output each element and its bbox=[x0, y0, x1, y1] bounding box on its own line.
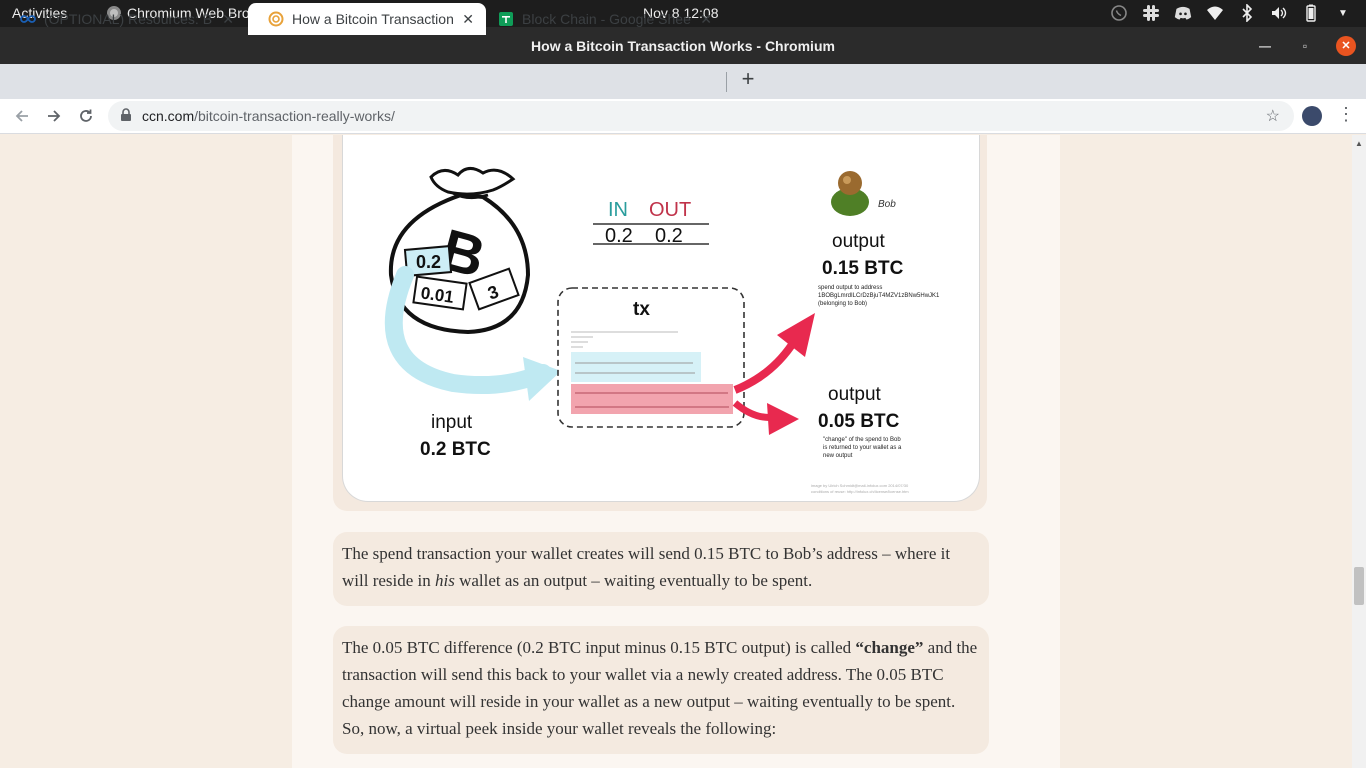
output2-title: output bbox=[828, 384, 882, 405]
whatsapp-icon[interactable] bbox=[1110, 4, 1128, 22]
volume-icon[interactable] bbox=[1270, 4, 1288, 22]
battery-icon[interactable] bbox=[1302, 4, 1320, 22]
system-menu-chevron-icon[interactable]: ▼ bbox=[1334, 4, 1352, 22]
input-title: input bbox=[431, 412, 473, 433]
reload-button[interactable] bbox=[74, 104, 98, 128]
note-0-2-label: 0.2 bbox=[416, 252, 441, 272]
url-path: /bitcoin-transaction-really-works/ bbox=[194, 108, 395, 124]
bob-name: Bob bbox=[878, 199, 896, 210]
output2-desc-1: "change" of the spend to Bob bbox=[823, 437, 901, 443]
tab-label: (OPTIONAL) Resources: B bbox=[44, 11, 213, 27]
output1-desc-1: spend output to address bbox=[818, 285, 882, 291]
close-window-icon[interactable]: ✕ bbox=[1336, 36, 1356, 56]
lock-icon[interactable] bbox=[120, 108, 132, 122]
address-bar[interactable]: ccn.com/bitcoin-transaction-really-works… bbox=[108, 101, 1294, 131]
paragraph-bold: “change” bbox=[855, 638, 924, 657]
arrow-right-icon bbox=[48, 110, 61, 122]
output1-title: output bbox=[832, 231, 886, 252]
image-credit-1: image by Ulrich Schmidt@mail-infolux.com… bbox=[811, 483, 909, 488]
paragraph-spend-transaction: The spend transaction your wallet create… bbox=[333, 532, 989, 606]
profile-avatar[interactable] bbox=[1302, 106, 1322, 126]
output2-desc-2: is returned to your wallet as a bbox=[823, 445, 902, 451]
tab-block-chain-sheet[interactable]: Block Chain - Google Shee ✕ bbox=[478, 3, 724, 35]
close-tab-icon[interactable]: ✕ bbox=[462, 11, 474, 28]
browser-toolbar: ccn.com/bitcoin-transaction-really-works… bbox=[0, 99, 1366, 134]
bookmark-star-icon[interactable]: ☆ bbox=[1266, 106, 1280, 126]
ccn-icon bbox=[268, 11, 284, 27]
scroll-up-arrow-icon[interactable]: ▲ bbox=[1355, 139, 1363, 148]
new-tab-button[interactable]: + bbox=[738, 66, 758, 92]
output-arrow-2-head bbox=[767, 403, 799, 435]
tab-label: Block Chain - Google Shee bbox=[522, 11, 691, 27]
output1-desc-3: (belonging to Bob) bbox=[818, 301, 867, 307]
page-viewport: B 0.2 0.01 3 IN OUT 0.2 0.2 tx Bob outpu… bbox=[0, 135, 1352, 768]
output2-desc-3: new output bbox=[823, 453, 853, 459]
in-label: IN bbox=[608, 199, 628, 221]
tx-input-highlight bbox=[571, 352, 701, 382]
url-domain: ccn.com bbox=[142, 108, 195, 124]
tx-label: tx bbox=[633, 299, 650, 320]
bluetooth-icon[interactable] bbox=[1238, 4, 1256, 22]
paragraph-emphasis: his bbox=[435, 571, 455, 590]
bob-avatar-icon bbox=[831, 171, 869, 216]
tab-strip bbox=[0, 64, 1366, 99]
maximize-icon[interactable]: ▫ bbox=[1296, 39, 1314, 53]
close-tab-icon[interactable]: ✕ bbox=[700, 11, 712, 28]
sheets-icon bbox=[499, 12, 513, 26]
input-arrow-head bbox=[523, 357, 561, 401]
page-scrollbar[interactable]: ▲ bbox=[1352, 135, 1366, 768]
bitcoin-transaction-diagram: B 0.2 0.01 3 IN OUT 0.2 0.2 tx Bob outpu… bbox=[342, 135, 980, 502]
system-tray: ▼ bbox=[1110, 4, 1352, 22]
menu-kebab-icon[interactable]: ⋮ bbox=[1337, 104, 1355, 125]
close-tab-icon[interactable]: ✕ bbox=[222, 11, 234, 28]
paragraph-text: The 0.05 BTC difference (0.2 BTC input m… bbox=[342, 638, 856, 657]
paragraph-change: The 0.05 BTC difference (0.2 BTC input m… bbox=[333, 626, 989, 754]
tx-output-highlight bbox=[571, 384, 733, 414]
wifi-icon[interactable] bbox=[1206, 4, 1224, 22]
output2-value: 0.05 BTC bbox=[818, 411, 900, 432]
minimize-icon[interactable]: — bbox=[1256, 39, 1274, 53]
discord-icon[interactable] bbox=[1174, 4, 1192, 22]
tab-resources[interactable]: (OPTIONAL) Resources: B ✕ bbox=[0, 3, 246, 35]
out-label: OUT bbox=[649, 199, 691, 221]
input-value: 0.2 BTC bbox=[420, 439, 491, 460]
url-text[interactable]: ccn.com/bitcoin-transaction-really-works… bbox=[142, 108, 395, 124]
reload-icon bbox=[80, 109, 92, 122]
window-title: How a Bitcoin Transaction Works - Chromi… bbox=[531, 38, 835, 54]
paragraph-text: wallet as an output – waiting eventually… bbox=[454, 571, 813, 590]
note-0-01: 0.01 bbox=[412, 275, 468, 311]
arrow-left-icon bbox=[15, 110, 28, 122]
output1-desc-2: 1BOBgLmrdILCrDzBjuT4MZV1zBNw5HwJK1 bbox=[818, 293, 940, 299]
forward-button[interactable] bbox=[42, 104, 66, 128]
back-button[interactable] bbox=[10, 104, 34, 128]
tab-separator bbox=[726, 72, 727, 92]
output1-value: 0.15 BTC bbox=[822, 258, 904, 279]
slack-icon[interactable] bbox=[1142, 4, 1160, 22]
infinity-icon bbox=[20, 15, 36, 23]
image-credit-2: conditions of reuse: http://infolux.ch/l… bbox=[811, 489, 909, 494]
tab-label: How a Bitcoin Transaction bbox=[292, 11, 454, 27]
scrollbar-thumb[interactable] bbox=[1354, 567, 1364, 605]
tab-bitcoin-transaction[interactable]: How a Bitcoin Transaction ✕ bbox=[248, 3, 486, 35]
